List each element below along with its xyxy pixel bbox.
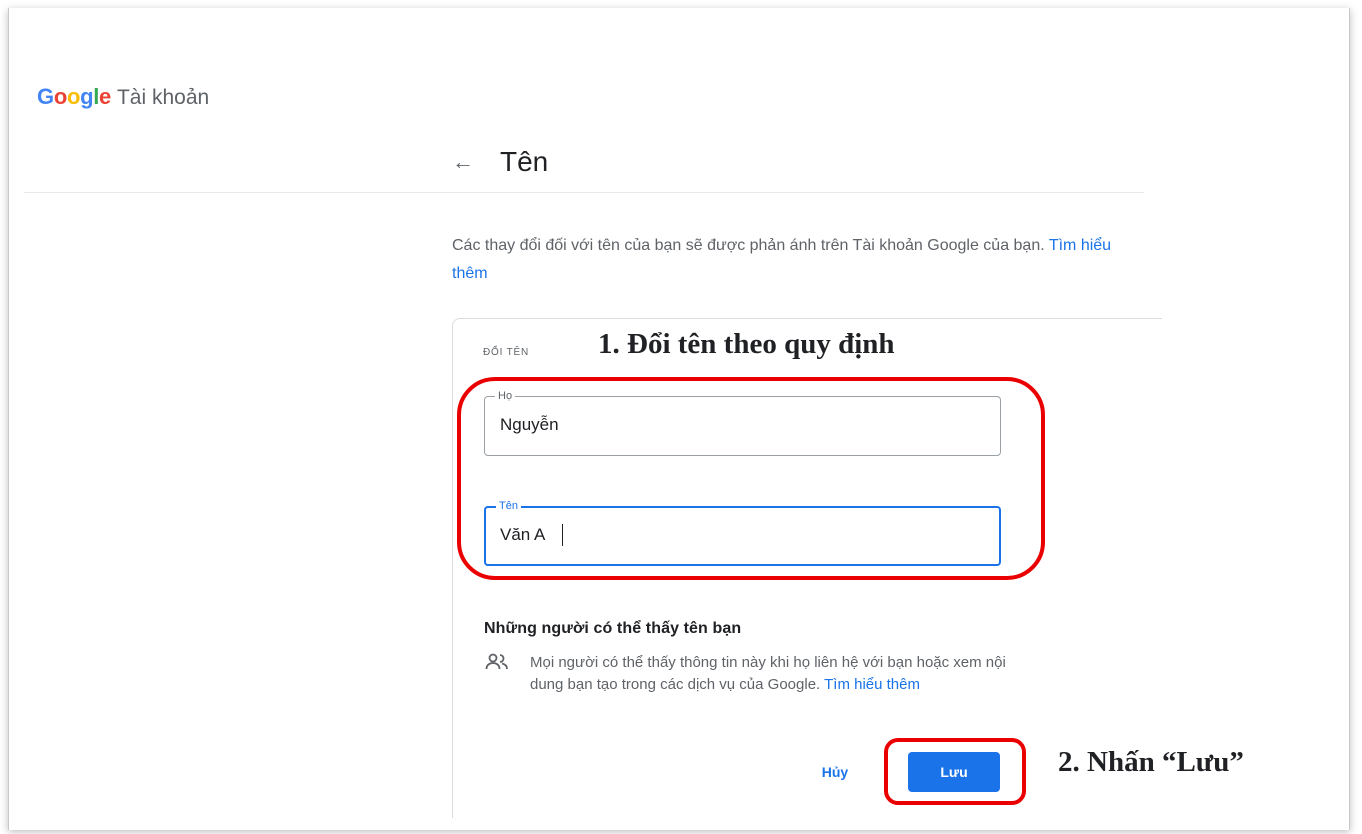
logo-letter: o (53, 84, 67, 109)
last-name-label: Họ (495, 389, 516, 403)
logo-letter: e (99, 84, 111, 109)
visibility-body: Mọi người có thể thấy thông tin này khi … (530, 654, 1006, 693)
name-card (452, 318, 1162, 818)
google-logo: Google (37, 84, 111, 110)
intro-body: Các thay đổi đối với tên của bạn sẽ được… (452, 237, 1045, 254)
intro-text: Các thay đổi đối với tên của bạn sẽ được… (452, 232, 1142, 288)
logo-letter: o (66, 84, 81, 109)
page-header: ← Tên (452, 146, 548, 178)
last-name-field[interactable]: Họ (484, 389, 1001, 456)
arrow-left-icon[interactable]: ← (452, 149, 480, 175)
annotation-step-1: 1. Đổi tên theo quy định (598, 328, 895, 360)
section-label: ĐỔI TÊN (483, 347, 529, 358)
text-caret (562, 524, 563, 546)
first-name-input[interactable] (500, 525, 980, 545)
header-divider (24, 192, 1144, 193)
page-title: Tên (500, 146, 549, 177)
last-name-input[interactable] (500, 415, 980, 435)
logo-letter: G (37, 84, 54, 109)
cancel-button[interactable]: Hủy (806, 754, 864, 790)
first-name-field[interactable]: Tên (484, 499, 1001, 566)
logo-letter: g (80, 84, 94, 109)
annotation-step-2: 2. Nhấn “Lưu” (1058, 746, 1244, 778)
visibility-title: Những người có thể thấy tên bạn (484, 620, 742, 637)
visibility-text: Mọi người có thể thấy thông tin này khi … (530, 652, 1020, 696)
google-account-brand[interactable]: Google Tài khoản (37, 84, 209, 110)
visibility-learn-more-link[interactable]: Tìm hiểu thêm (824, 676, 920, 693)
brand-product-name: Tài khoản (116, 86, 210, 109)
save-button[interactable]: Lưu (908, 752, 1000, 792)
people-icon (485, 653, 508, 670)
first-name-label: Tên (496, 499, 521, 513)
